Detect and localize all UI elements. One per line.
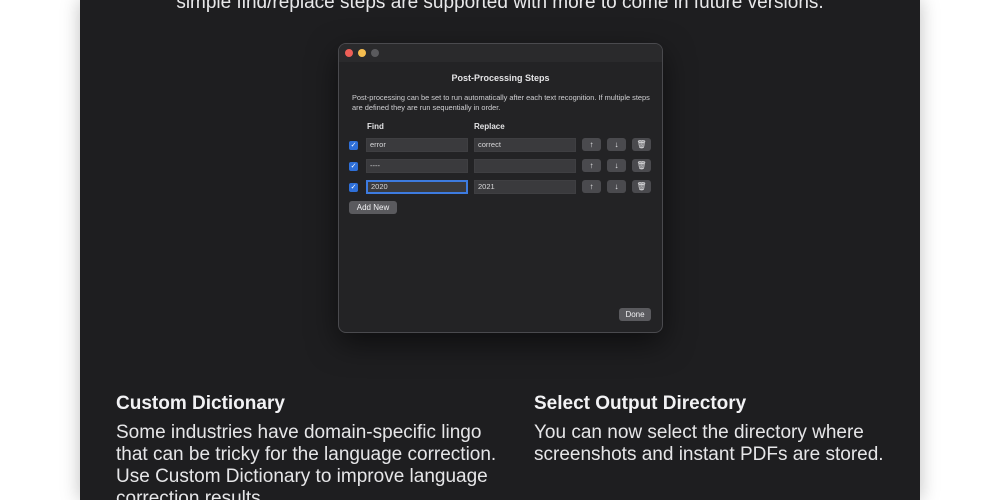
dialog-title: Post-Processing Steps	[451, 73, 550, 83]
intro-line: simple find/replace steps are supported …	[176, 0, 824, 13]
output-directory-section: Select Output Directory You can now sele…	[534, 393, 914, 466]
minimize-window-button[interactable]	[358, 49, 366, 57]
dialog-description: Post-processing can be set to run automa…	[352, 93, 650, 112]
find-field[interactable]: ----	[366, 159, 468, 173]
move-down-icon[interactable]: ↓	[607, 138, 626, 151]
section-title: Select Output Directory	[534, 393, 747, 414]
move-down-icon[interactable]: ↓	[607, 180, 626, 193]
step-enabled-checkbox[interactable]: ✓	[349, 141, 358, 150]
zoom-window-button[interactable]	[371, 49, 379, 57]
trash-icon[interactable]: 🗑	[632, 159, 651, 172]
step-enabled-checkbox[interactable]: ✓	[349, 183, 358, 192]
close-window-button[interactable]	[345, 49, 353, 57]
trash-icon[interactable]: 🗑	[632, 138, 651, 151]
custom-dictionary-section: Custom Dictionary Some industries have d…	[116, 393, 516, 500]
move-up-icon[interactable]: ↑	[582, 159, 601, 172]
move-down-icon[interactable]: ↓	[607, 159, 626, 172]
window-titlebar[interactable]	[339, 44, 662, 62]
find-column-header: Find	[367, 122, 384, 131]
step-enabled-checkbox[interactable]: ✓	[349, 162, 358, 171]
replace-column-header: Replace	[474, 122, 505, 131]
step-row: ✓ 2020 2021 ↑ ↓ 🗑	[339, 180, 662, 194]
add-new-button[interactable]: Add New	[349, 201, 397, 214]
trash-icon[interactable]: 🗑	[632, 180, 651, 193]
replace-field[interactable]: correct	[474, 138, 576, 152]
step-row: ✓ ---- ↑ ↓ 🗑	[339, 159, 662, 173]
find-field[interactable]: error	[366, 138, 468, 152]
replace-field[interactable]	[474, 159, 576, 173]
section-body: Some industries have domain-specific lin…	[116, 422, 497, 500]
move-up-icon[interactable]: ↑	[582, 138, 601, 151]
section-body: You can now select the directory where s…	[534, 422, 884, 465]
post-processing-window: Post-Processing Steps Post-processing ca…	[338, 43, 663, 333]
move-up-icon[interactable]: ↑	[582, 180, 601, 193]
done-button[interactable]: Done	[619, 308, 651, 321]
feature-page: simple find/replace steps are supported …	[80, 0, 920, 500]
replace-field[interactable]: 2021	[474, 180, 576, 194]
step-row: ✓ error correct ↑ ↓ 🗑	[339, 138, 662, 152]
find-field[interactable]: 2020	[366, 180, 468, 194]
section-title: Custom Dictionary	[116, 393, 285, 414]
